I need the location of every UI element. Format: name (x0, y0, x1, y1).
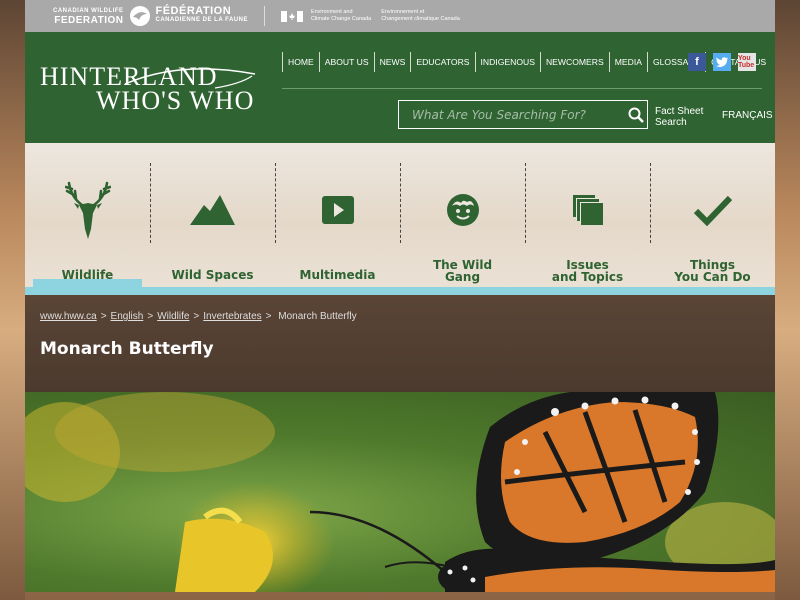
face-icon (446, 175, 480, 245)
deer-icon (64, 175, 111, 245)
mountain-icon (189, 175, 236, 245)
category-things-you-can-do[interactable]: Things You Can Do (650, 165, 775, 290)
category-label-line2: and Topics (551, 270, 624, 284)
eccc-fr-line1: Environnement et (381, 9, 425, 15)
monarch-butterfly-image (25, 392, 775, 592)
search-box (398, 100, 648, 129)
twitter-icon[interactable] (713, 53, 731, 71)
nav-newcomers[interactable]: NEWCOMERS (539, 52, 609, 72)
category-wild-spaces[interactable]: Wild Spaces (150, 165, 275, 290)
category-issues-and-topics[interactable]: Issues and Topics (525, 165, 650, 290)
nav-home[interactable]: HOME (282, 52, 319, 72)
breadcrumb: www.hww.ca > English > Wildlife > Invertebrate… (40, 311, 357, 322)
facebook-icon[interactable]: f (688, 53, 706, 71)
category-the-wild-gang[interactable]: The Wild Gang (400, 165, 525, 290)
nav-about-us[interactable]: ABOUT US (318, 52, 374, 72)
category-label: Wild Spaces (171, 268, 254, 282)
category-label-line2: Gang (444, 270, 481, 284)
category-nav: Wildlife Wild Spaces Multimedia The Wild… (25, 143, 775, 295)
search-icon[interactable] (625, 104, 647, 126)
nav-indigenous[interactable]: INDIGENOUS (474, 52, 540, 72)
page: CANADIAN WILDLIFE FEDERATION FÉDÉRATION … (25, 0, 775, 600)
background-left (0, 0, 25, 600)
eccc-fr-line2: Changement climatique Canada (381, 16, 460, 22)
cwf-big-en: FEDERATION (54, 15, 124, 26)
page-header: www.hww.ca > English > Wildlife > Invertebrate… (25, 295, 775, 392)
social-links: f You Tube (688, 53, 756, 71)
site-logo[interactable]: HINTERLAND WHO'S WHO (40, 62, 256, 116)
cwf-big-fr: FÉDÉRATION (155, 5, 232, 17)
eccc-en-line2: Climate Change Canada (310, 16, 372, 22)
eccc-logo-link[interactable]: Environment and Climate Change Canada En… (280, 9, 470, 23)
breadcrumb-current: Monarch Butterfly (278, 311, 357, 322)
breadcrumb-invertebrates[interactable]: Invertebrates (203, 311, 261, 322)
hero-image (25, 392, 775, 592)
fact-sheet-line2: Search (655, 117, 687, 128)
fact-sheet-search-link[interactable]: Fact Sheet Search (655, 106, 703, 128)
play-icon (321, 175, 355, 245)
language-toggle[interactable]: FRANÇAIS (722, 110, 773, 121)
breadcrumb-wildlife[interactable]: Wildlife (157, 311, 189, 322)
site-header: HINTERLAND WHO'S WHO HOME ABOUT US NEWS … (25, 32, 775, 143)
nav-news[interactable]: NEWS (373, 52, 411, 72)
category-label-line2: You Can Do (674, 270, 751, 284)
background-right (775, 0, 800, 600)
category-label: Issues and Topics (525, 259, 650, 283)
nav-media[interactable]: MEDIA (608, 52, 647, 72)
category-multimedia[interactable]: Multimedia (275, 165, 400, 290)
canada-flag-icon (280, 10, 303, 22)
category-label: Multimedia (299, 268, 376, 282)
partner-divider (263, 6, 265, 26)
nav-educators[interactable]: EDUCATORS (410, 52, 474, 72)
breadcrumb-home[interactable]: www.hww.ca (40, 311, 97, 322)
category-label: Things You Can Do (650, 259, 775, 283)
pages-icon (572, 175, 604, 245)
category-wildlife[interactable]: Wildlife (25, 165, 150, 290)
search-input[interactable] (399, 107, 625, 122)
partner-bar: CANADIAN WILDLIFE FEDERATION FÉDÉRATION … (25, 0, 775, 32)
active-category-indicator (33, 279, 142, 287)
cwf-logo-link[interactable]: CANADIAN WILDLIFE FEDERATION FÉDÉRATION … (53, 5, 248, 27)
fact-sheet-line1: Fact Sheet (655, 106, 704, 117)
page-title: Monarch Butterfly (40, 339, 214, 359)
cwf-bird-icon (129, 6, 150, 26)
cwf-small-fr: CANADIENNE DE LA FAUNE (155, 17, 248, 23)
category-label: The Wild Gang (400, 259, 525, 283)
header-divider (282, 88, 762, 89)
eccc-en-line1: Environment and (310, 9, 353, 15)
checkmark-icon (693, 175, 733, 245)
breadcrumb-english[interactable]: English (111, 311, 144, 322)
logo-swoosh-icon (124, 68, 256, 89)
youtube-icon[interactable]: You Tube (738, 53, 756, 71)
